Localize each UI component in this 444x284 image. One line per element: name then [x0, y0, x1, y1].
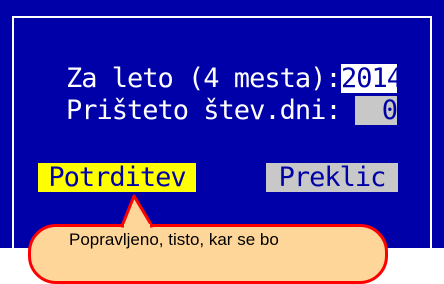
dialog-frame	[12, 16, 432, 256]
year-label: Za leto (4 mesta):	[66, 63, 342, 94]
days-input[interactable]: 0	[355, 96, 398, 126]
year-input[interactable]: 2014	[341, 64, 403, 94]
dialog-window: Za leto (4 mesta): 2014 Prišteto štev.dn…	[0, 0, 444, 256]
cancel-button[interactable]: Preklic	[266, 163, 398, 193]
days-label: Prišteto štev.dni:	[66, 95, 342, 126]
callout-text: Popravljeno, tisto, kar se bo	[69, 230, 279, 249]
annotation-callout: Popravljeno, tisto, kar se bo	[28, 224, 388, 284]
confirm-button[interactable]: Potrditev	[38, 163, 196, 193]
